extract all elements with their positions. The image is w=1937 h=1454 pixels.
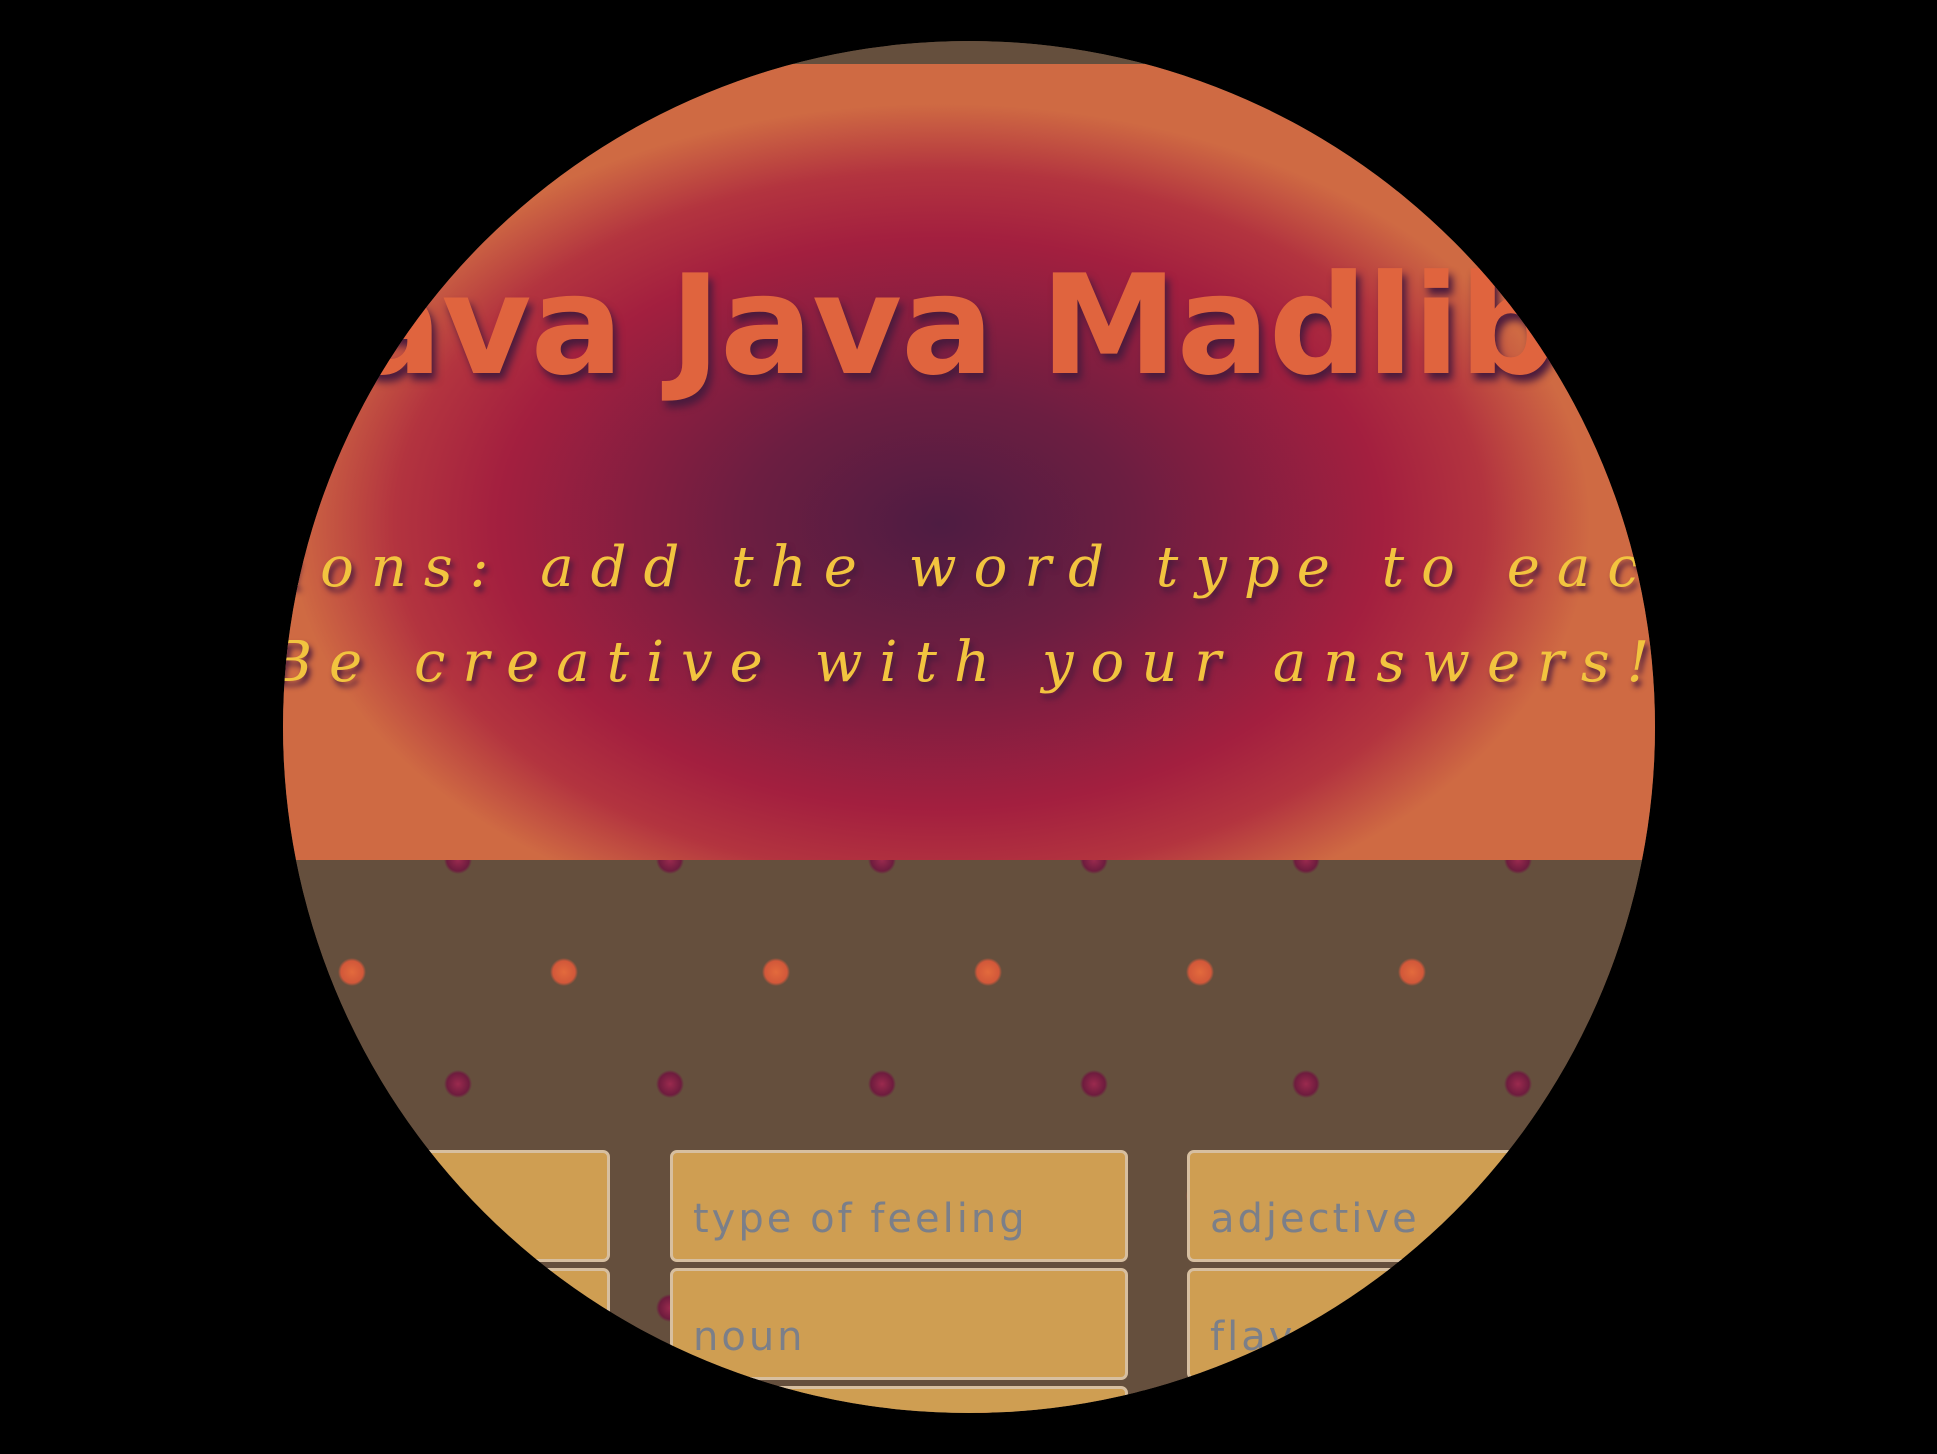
page: Java Java Madlibs Directions: add the wo…	[283, 41, 1655, 1413]
flavor-input[interactable]	[1187, 1268, 1627, 1380]
top-strip	[283, 41, 1655, 64]
word-input-7[interactable]	[670, 1386, 1128, 1413]
word-input-4[interactable]	[283, 1268, 610, 1380]
header-banner	[283, 64, 1655, 860]
word-input-1[interactable]	[283, 1150, 610, 1262]
feeling-input[interactable]	[670, 1150, 1128, 1262]
instructions-line-2: Be creative with your answers!	[283, 630, 1655, 695]
noun-input[interactable]	[670, 1268, 1128, 1380]
instructions-line-1: Directions: add the word type to each bo…	[283, 535, 1655, 600]
zoom-lens: Java Java Madlibs Directions: add the wo…	[283, 41, 1655, 1413]
page-title: Java Java Madlibs	[299, 245, 1639, 406]
adjective-input[interactable]	[1187, 1150, 1627, 1262]
